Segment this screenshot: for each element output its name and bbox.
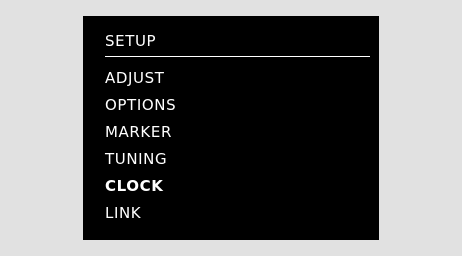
title-divider [105,56,370,57]
menu-item-marker[interactable]: MARKER [105,123,176,150]
setup-menu-screen: SETUP ADJUST OPTIONS MARKER TUNING CLOCK… [83,16,379,240]
menu-title: SETUP [105,32,157,50]
menu-item-clock[interactable]: CLOCK [105,177,176,204]
menu-item-tuning[interactable]: TUNING [105,150,176,177]
menu-item-options[interactable]: OPTIONS [105,96,176,123]
menu-item-link[interactable]: LINK [105,204,176,231]
menu-item-adjust[interactable]: ADJUST [105,69,176,96]
setup-menu-list: ADJUST OPTIONS MARKER TUNING CLOCK LINK [105,69,176,231]
